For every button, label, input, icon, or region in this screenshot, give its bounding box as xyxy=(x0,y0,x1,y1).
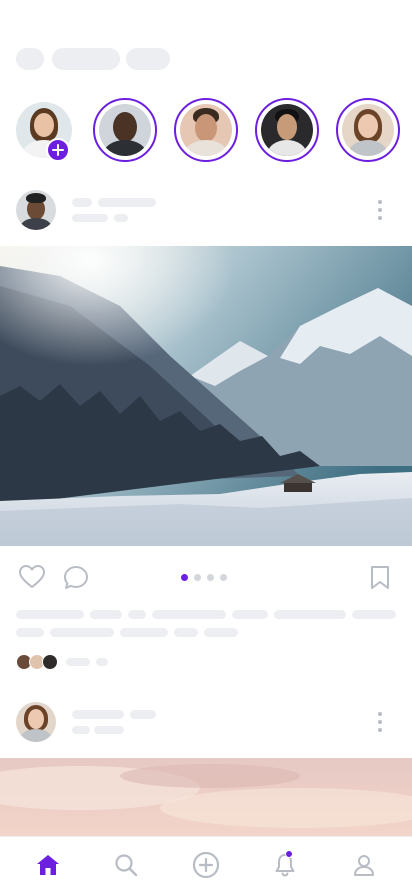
post-author-avatar[interactable] xyxy=(16,190,56,230)
bottom-navigation xyxy=(0,836,412,892)
post-meta-placeholder xyxy=(72,726,90,734)
author-name-placeholder xyxy=(72,710,124,719)
comment-icon xyxy=(64,566,88,589)
plus-icon xyxy=(52,144,64,156)
post-image[interactable] xyxy=(0,758,412,836)
post-meta-placeholder xyxy=(114,214,128,222)
story-avatar xyxy=(180,104,232,156)
nav-notifications-button[interactable] xyxy=(269,849,301,881)
nav-create-button[interactable] xyxy=(190,849,222,881)
author-name-placeholder xyxy=(130,710,156,719)
nav-home-button[interactable] xyxy=(32,849,64,881)
post-author-avatar[interactable] xyxy=(16,702,56,742)
nav-profile-button[interactable] xyxy=(348,849,380,881)
profile-icon xyxy=(354,855,374,876)
author-name-placeholder xyxy=(72,198,92,207)
nav-search-button[interactable] xyxy=(110,849,142,881)
social-feed-app xyxy=(0,0,412,892)
add-circle-icon xyxy=(192,851,220,879)
post-meta-placeholder xyxy=(94,726,124,734)
carousel-dot[interactable] xyxy=(207,574,214,581)
story-avatar xyxy=(342,104,394,156)
header-placeholder-3 xyxy=(126,48,170,70)
post-meta-placeholder xyxy=(72,214,108,222)
save-button[interactable] xyxy=(368,564,392,592)
story-3[interactable] xyxy=(255,98,319,162)
bookmark-icon xyxy=(371,566,389,589)
home-icon xyxy=(37,855,59,875)
story-2[interactable] xyxy=(174,98,238,162)
heart-icon xyxy=(19,565,45,588)
carousel-dot[interactable] xyxy=(220,574,227,581)
more-vertical-icon[interactable] xyxy=(377,200,383,220)
story-avatar xyxy=(99,104,151,156)
header-placeholder-2 xyxy=(52,48,120,70)
story-avatar xyxy=(261,104,313,156)
author-name-placeholder xyxy=(98,198,156,207)
story-1[interactable] xyxy=(93,98,157,162)
like-button[interactable] xyxy=(18,564,46,590)
notification-badge xyxy=(285,850,293,858)
mountain-landscape-image xyxy=(0,246,412,546)
add-story-button[interactable] xyxy=(46,138,70,162)
more-vertical-icon[interactable] xyxy=(377,712,383,732)
carousel-indicator xyxy=(181,574,227,581)
pink-sky-image xyxy=(0,758,412,836)
search-icon xyxy=(115,854,138,877)
post-image[interactable] xyxy=(0,246,412,546)
carousel-dot-active[interactable] xyxy=(181,574,188,581)
my-story[interactable] xyxy=(16,100,76,162)
likes-placeholder xyxy=(96,658,108,666)
comment-button[interactable] xyxy=(62,564,90,592)
story-4[interactable] xyxy=(336,98,400,162)
carousel-dot[interactable] xyxy=(194,574,201,581)
likes-placeholder xyxy=(66,658,90,666)
header-placeholder-1 xyxy=(16,48,44,70)
